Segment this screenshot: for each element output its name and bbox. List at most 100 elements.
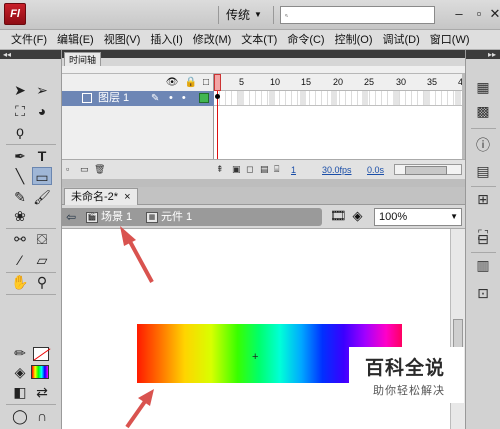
lock-icon[interactable]: 🔒 bbox=[185, 77, 197, 88]
brush-tool-icon[interactable]: 🖌 bbox=[32, 188, 52, 206]
layer-name: 图层 1 bbox=[98, 92, 130, 104]
align-panel-icon[interactable]: ⊞ bbox=[473, 190, 493, 208]
timeline-horizontal-scrollbar[interactable] bbox=[394, 164, 462, 175]
frames-area[interactable]: 1 5 10 15 20 25 30 35 40 bbox=[214, 74, 462, 159]
3d-rotation-tool-icon[interactable]: ◕ bbox=[32, 102, 52, 120]
frame-ruler[interactable]: 1 5 10 15 20 25 30 35 40 bbox=[214, 74, 462, 91]
center-frame-icon[interactable]: ⇞ bbox=[216, 164, 224, 175]
free-transform-tool-icon[interactable]: ⛶ bbox=[10, 102, 30, 120]
fill-color-icon[interactable]: ◈ bbox=[10, 363, 30, 381]
snap-magnet-icon[interactable]: ∩ bbox=[32, 407, 52, 425]
symbol-icon: ▦ bbox=[146, 211, 158, 223]
lasso-tool-icon[interactable]: ϙ bbox=[10, 122, 30, 140]
frame-rate[interactable]: 30.0fps bbox=[322, 165, 352, 175]
breadcrumb-symbol[interactable]: ▦ 元件 1 bbox=[146, 208, 192, 226]
breadcrumb-scene-label: 场景 1 bbox=[101, 211, 133, 223]
pencil-tool-icon[interactable]: ✎ bbox=[10, 188, 30, 206]
deco-tool-icon[interactable]: ❀ bbox=[10, 207, 30, 225]
layer-list: 👁 🔒 □ 图层 1 ✎ •• bbox=[62, 74, 214, 159]
eye-icon[interactable]: 👁 bbox=[166, 77, 179, 88]
library-panel-icon[interactable]: ▤ bbox=[473, 162, 493, 180]
toolbar-divider bbox=[6, 294, 56, 295]
new-layer-icon[interactable]: ▫ bbox=[66, 164, 69, 174]
properties-panel-icon[interactable]: ⓘ bbox=[473, 136, 493, 154]
current-frame[interactable]: 1 bbox=[291, 165, 296, 175]
eraser-tool-icon[interactable]: ▱ bbox=[32, 251, 52, 269]
subselection-tool-icon[interactable]: ➢ bbox=[32, 81, 52, 99]
onion-outline-icon[interactable]: ◻ bbox=[246, 164, 253, 175]
breadcrumb-scene[interactable]: 🎬 场景 1 bbox=[86, 208, 132, 226]
layer-row[interactable]: 图层 1 ✎ •• bbox=[62, 91, 214, 106]
pen-tool-icon[interactable]: ✒ bbox=[10, 147, 30, 165]
ruler-tick: 35 bbox=[427, 77, 438, 87]
edit-symbols-icon[interactable]: ◈ bbox=[353, 208, 363, 224]
swatches-panel-icon[interactable]: ▩ bbox=[473, 102, 493, 120]
panel-strip-header[interactable]: ▸▸ bbox=[466, 50, 500, 59]
menu-edit[interactable]: 编辑(E) bbox=[52, 30, 99, 50]
menu-bar: 文件(F) 编辑(E) 视图(V) 插入(I) 修改(M) 文本(T) 命令(C… bbox=[0, 30, 500, 50]
document-tab[interactable]: 未命名-2* × bbox=[64, 188, 138, 205]
keyframe-dot[interactable] bbox=[215, 94, 220, 99]
watermark-subtitle: 助你轻松解决 bbox=[373, 385, 445, 397]
layer-visibility-dots[interactable]: •• bbox=[169, 91, 195, 106]
panel-divider bbox=[471, 128, 496, 129]
tab-timeline[interactable]: 时间轴 bbox=[64, 52, 102, 66]
zoom-tool-icon[interactable]: ⚲ bbox=[32, 273, 52, 291]
bone-tool-icon[interactable]: ⚯ bbox=[10, 230, 30, 248]
new-folder-icon[interactable]: ▭ bbox=[80, 164, 89, 175]
toolbar-divider bbox=[6, 404, 56, 405]
tools-panel-header[interactable]: ◂◂ bbox=[0, 50, 61, 59]
workspace-label: 传统 bbox=[226, 8, 251, 22]
outline-square-icon[interactable]: □ bbox=[203, 77, 209, 88]
onion-markers-icon[interactable]: ⌸ bbox=[274, 164, 279, 175]
stroke-color-swatch[interactable] bbox=[33, 347, 49, 361]
help-search-box[interactable] bbox=[280, 6, 435, 24]
menu-window[interactable]: 窗口(W) bbox=[425, 30, 475, 50]
onion-skin-icon[interactable]: ▣ bbox=[232, 164, 241, 175]
hand-tool-icon[interactable]: ✋ bbox=[10, 273, 30, 291]
zoom-select[interactable]: 100% ▼ bbox=[374, 208, 462, 226]
selection-tool-icon[interactable]: ➤ bbox=[10, 81, 30, 99]
timeline-bottom-edge bbox=[62, 179, 465, 187]
rectangle-tool-icon[interactable]: ▭ bbox=[32, 167, 52, 185]
scene-icon: 🎬 bbox=[86, 211, 98, 223]
layer-outline-color[interactable] bbox=[199, 93, 209, 103]
breadcrumb: ⇦ 🎬 场景 1 ▦ 元件 1 bbox=[62, 208, 322, 226]
playhead[interactable] bbox=[214, 74, 221, 91]
history-panel-icon[interactable]: ⊟ bbox=[473, 230, 493, 248]
motion-presets-icon[interactable]: ▥ bbox=[473, 256, 493, 274]
menu-control[interactable]: 控制(O) bbox=[330, 30, 378, 50]
swap-colors-icon[interactable]: ⇄ bbox=[32, 383, 52, 401]
menu-commands[interactable]: 命令(C) bbox=[282, 30, 329, 50]
menu-debug[interactable]: 调试(D) bbox=[378, 30, 425, 50]
menu-insert[interactable]: 插入(I) bbox=[145, 30, 187, 50]
menu-view[interactable]: 视图(V) bbox=[99, 30, 146, 50]
fill-color-swatch[interactable] bbox=[31, 365, 49, 379]
paint-bucket-tool-icon[interactable]: ⛋ bbox=[32, 230, 52, 248]
elapsed-time[interactable]: 0.0s bbox=[367, 165, 384, 175]
search-input[interactable] bbox=[292, 8, 434, 22]
frame-row[interactable] bbox=[214, 91, 462, 106]
edit-scene-icon[interactable]: 🎞 bbox=[330, 208, 347, 224]
menu-modify[interactable]: 修改(M) bbox=[188, 30, 237, 50]
close-icon[interactable]: × bbox=[124, 189, 130, 205]
title-separator bbox=[218, 6, 219, 24]
line-tool-icon[interactable]: ╲ bbox=[10, 167, 30, 185]
color-panel-icon[interactable]: ▦ bbox=[473, 78, 493, 96]
page-icon bbox=[82, 93, 92, 103]
eyedropper-tool-icon[interactable]: ⁄ bbox=[10, 251, 30, 269]
menu-file[interactable]: 文件(F) bbox=[6, 30, 52, 50]
trash-icon[interactable]: 🗑 bbox=[94, 164, 105, 175]
workspace-switcher[interactable]: 传统 ▼ bbox=[226, 6, 268, 24]
breadcrumb-symbol-label: 元件 1 bbox=[161, 211, 193, 223]
edit-multiple-frames-icon[interactable]: ▤ bbox=[260, 164, 269, 175]
components-panel-icon[interactable]: ⊡ bbox=[473, 284, 493, 302]
text-tool-icon[interactable]: T bbox=[32, 147, 52, 165]
minimize-button[interactable]: – bbox=[450, 4, 468, 24]
black-white-icon[interactable]: ◧ bbox=[10, 383, 30, 401]
stroke-color-icon[interactable]: ✏ bbox=[10, 344, 30, 362]
object-drawing-icon[interactable]: ◯ bbox=[10, 407, 30, 425]
back-arrow-icon[interactable]: ⇦ bbox=[66, 208, 76, 226]
close-window-button[interactable]: ✕ bbox=[486, 4, 500, 24]
menu-text[interactable]: 文本(T) bbox=[236, 30, 282, 50]
